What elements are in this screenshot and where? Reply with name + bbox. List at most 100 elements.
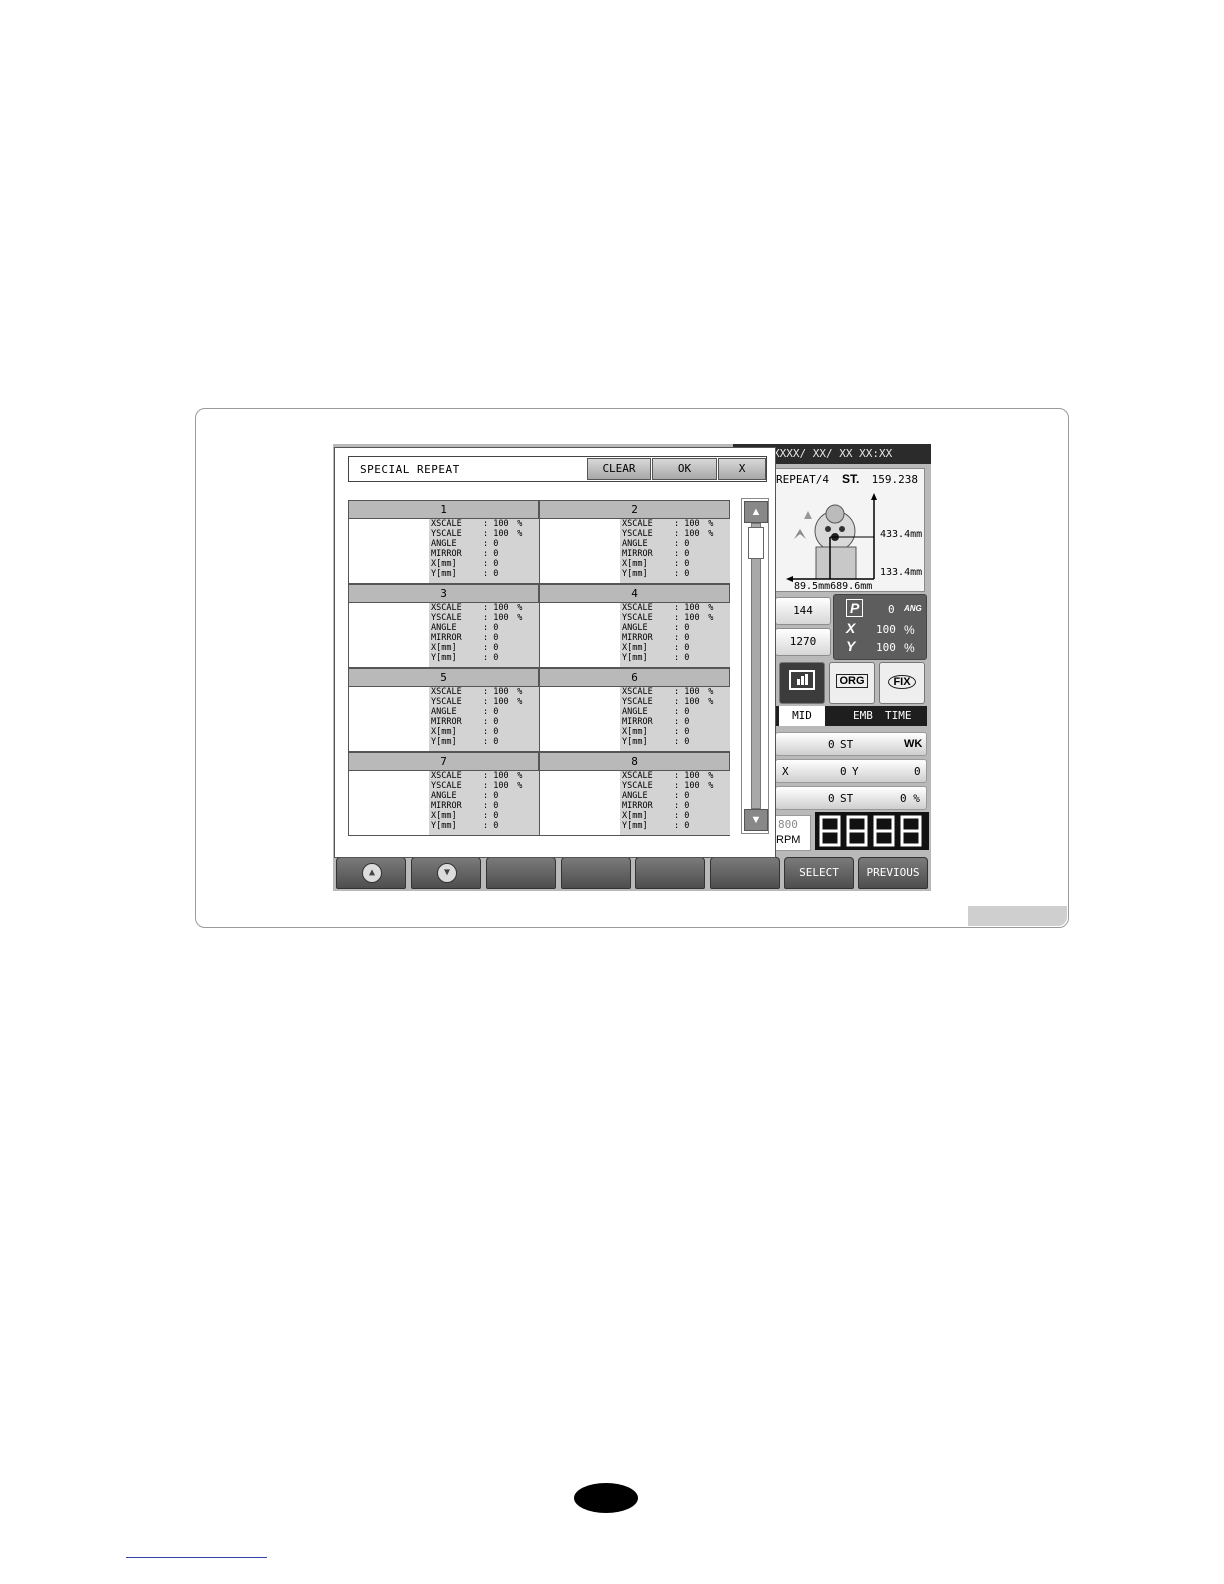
ok-button[interactable]: OK [652,458,717,480]
fix-button[interactable]: FIX [879,662,925,704]
param-separator: : [483,781,494,791]
param-separator: : [483,771,494,781]
param-line: XSCALE: 100% [622,519,713,529]
row1-wk: WK [904,738,923,750]
param-separator: : [483,717,494,727]
param-value: 0 [493,821,499,831]
param-line: MIRROR: 0 [622,801,708,811]
repeat-cell[interactable]: 8 XSCALE: 100% YSCALE: 100% ANGLE: 0 MIRROR:… [539,752,730,836]
param-label: X[mm] [622,643,648,653]
param-label: X[mm] [431,727,457,737]
repeat-cell-index: 7 [349,753,538,771]
param-value: 0 [684,791,690,801]
repeat-cell[interactable]: 4 XSCALE: 100% YSCALE: 100% ANGLE: 0 MIRROR:… [539,584,730,668]
param-separator: : [674,613,685,623]
param-line: X[mm]: 0 [431,643,517,653]
repeat-cell[interactable]: 7 XSCALE: 100% YSCALE: 100% ANGLE: 0 MIRROR:… [348,752,539,836]
param-label: X[mm] [431,811,457,821]
param-separator: : [483,603,494,613]
param-unit: % [708,771,714,781]
function-icon-row: ORG FIX [775,662,927,704]
param-unit: % [517,697,523,707]
machine-screen: XXXX/ XX/ XX XX:XX REPEAT/4 ST. 159.238 … [333,444,931,891]
param-value: 0 [493,643,499,653]
repeat-cell-params: XSCALE: 100% YSCALE: 100% ANGLE: 0 MIRROR: … [429,771,539,835]
scroll-thumb[interactable] [748,527,764,559]
param-separator: : [483,821,494,831]
footer-rule [126,1557,267,1558]
origin-button[interactable]: ORG [829,662,875,704]
scroll-track[interactable] [751,523,761,809]
datetime: XXXX/ XX/ XX XX:XX [773,447,893,460]
function-key-6[interactable] [710,857,780,889]
param-line: X[mm]: 0 [431,560,517,569]
select-button[interactable]: SELECT [784,857,854,889]
param-value: 0 [684,633,690,643]
repeat-cell[interactable]: 6 XSCALE: 100% YSCALE: 100% ANGLE: 0 MIRROR:… [539,668,730,752]
param-value: 0 [684,539,690,549]
param-line: MIRROR: 0 [431,550,517,559]
dialog-title: SPECIAL REPEAT [360,463,460,476]
param-separator: : [483,569,494,579]
param-line: XSCALE: 100% [622,604,713,613]
param-line: YSCALE: 100% [431,781,522,791]
count-box-1[interactable]: 144 [775,597,831,625]
param-value: 0 [493,791,499,801]
scroll-down-button[interactable]: ▼ [411,857,481,889]
dialog-scrollbar[interactable]: ▲ ▼ [741,498,769,834]
scroll-up-button[interactable]: ▲ [336,857,406,889]
param-value: 0 [684,801,690,811]
param-label: Y[mm] [622,821,648,831]
clear-button[interactable]: CLEAR [587,458,651,480]
param-label: MIRROR [431,633,462,643]
up-arrow-icon: ▲ [362,863,382,883]
param-line: ANGLE: 0 [431,708,517,717]
param-line: Y[mm]: 0 [622,737,708,747]
param-label: YSCALE [431,529,462,539]
function-key-5[interactable] [635,857,705,889]
param-separator: : [674,539,685,549]
param-label: Y[mm] [431,653,457,663]
frame-view-button[interactable] [779,662,825,704]
param-line: X[mm]: 0 [622,560,708,569]
param-line: ANGLE: 0 [622,539,708,549]
p-unit: ANG [904,604,922,613]
param-label: MIRROR [431,801,462,811]
count-box-2[interactable]: 1270 [775,628,831,656]
repeat-cell-params: XSCALE: 100% YSCALE: 100% ANGLE: 0 MIRROR: … [620,687,730,751]
param-label: YSCALE [431,697,462,707]
rpm-box[interactable]: 800 RPM [773,815,811,851]
repeat-cell[interactable]: 1 XSCALE: 100% YSCALE: 100% ANGLE: 0 MIRROR:… [348,500,539,584]
param-line: ANGLE: 0 [431,791,517,801]
param-label: YSCALE [431,613,462,623]
repeat-cell[interactable]: 2 XSCALE: 100% YSCALE: 100% ANGLE: 0 MIRROR:… [539,500,730,584]
param-separator: : [674,569,685,579]
seven-segment-display [815,812,929,850]
param-label: Y[mm] [431,737,457,747]
repeat-cell[interactable]: 3 XSCALE: 100% YSCALE: 100% ANGLE: 0 MIRROR:… [348,584,539,668]
param-separator: : [674,529,685,539]
scroll-down-arrow-icon[interactable]: ▼ [744,809,768,831]
repeat-cell[interactable]: 5 XSCALE: 100% YSCALE: 100% ANGLE: 0 MIRROR:… [348,668,539,752]
param-line: XSCALE: 100% [431,688,522,697]
function-key-4[interactable] [561,857,631,889]
status-time: TIME [885,709,912,722]
param-separator: : [674,737,685,747]
param-value: 0 [493,727,499,737]
fix-label: FIX [888,675,916,689]
close-button[interactable]: X [718,458,766,480]
param-separator: : [674,643,685,653]
param-separator: : [674,791,685,801]
param-value: 100 [684,697,700,707]
scroll-up-arrow-icon[interactable]: ▲ [744,501,768,523]
repeat-cell-params: XSCALE: 100% YSCALE: 100% ANGLE: 0 MIRROR: … [429,687,539,751]
stitch-counter-bar: 0 ST WK [775,732,927,756]
pxy-panel[interactable]: P X Y 0 ANG 100 % 100 % [833,594,927,660]
param-label: XSCALE [622,519,653,529]
y-label: Y [846,638,856,654]
progress-bar-row: 0 ST 0 % [775,786,927,810]
clown-design-preview-icon [786,493,877,582]
previous-button[interactable]: PREVIOUS [858,857,928,889]
function-key-3[interactable] [486,857,556,889]
repeat-cell-index: 6 [540,669,729,687]
